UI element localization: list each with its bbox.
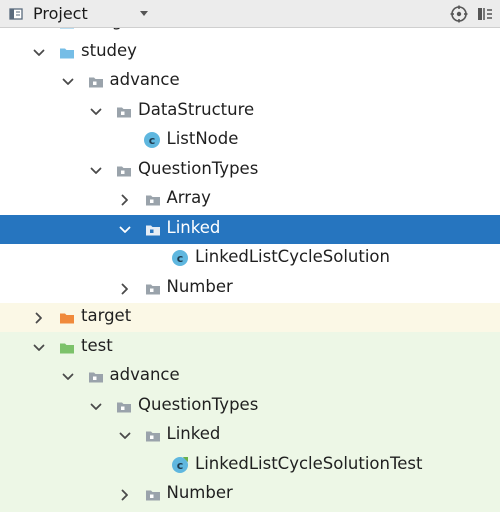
tree-node-label: target <box>81 306 132 325</box>
package-folder-icon <box>145 192 161 206</box>
package-folder-icon <box>116 104 132 118</box>
tree-node-label: QuestionTypes <box>138 158 259 178</box>
project-tree[interactable]: imagestudeyadvanceDataStructurecListNode… <box>0 0 500 512</box>
package-folder-icon <box>145 428 161 442</box>
test-class-icon: c <box>171 456 189 474</box>
tree-node-label: Number <box>166 483 233 502</box>
project-icon <box>9 8 23 20</box>
tree-node-label: Array <box>166 188 211 207</box>
java-class-icon: c <box>143 131 161 149</box>
tree-node-label: DataStructure <box>138 99 255 119</box>
tree-node-linked[interactable]: Linked <box>0 421 500 451</box>
locate-in-tree-icon[interactable] <box>450 5 468 23</box>
tree-node-target[interactable]: target <box>0 303 500 333</box>
test-folder-icon <box>59 340 75 354</box>
java-class-icon: c <box>171 249 189 267</box>
package-folder-icon <box>116 163 132 177</box>
package-folder-icon <box>116 399 132 413</box>
tree-node-advance[interactable]: advance <box>0 67 500 97</box>
chevron-right-icon[interactable] <box>118 487 132 501</box>
chevron-down-icon[interactable] <box>61 74 75 88</box>
chevron-right-icon[interactable] <box>32 310 46 324</box>
package-folder-icon <box>88 369 104 383</box>
tree-node-number[interactable]: Number <box>0 274 500 304</box>
tree-node-questiontypes[interactable]: QuestionTypes <box>0 392 500 422</box>
tree-node-label: ListNode <box>166 129 239 148</box>
tree-node-test[interactable]: test <box>0 333 500 363</box>
svg-text:c: c <box>177 459 184 472</box>
tree-node-label: Linked <box>166 217 221 237</box>
chevron-down-icon[interactable] <box>89 104 103 118</box>
chevron-down-icon[interactable] <box>32 340 46 354</box>
tree-node-number[interactable]: Number <box>0 480 500 510</box>
tree-node-label: studey <box>81 40 137 60</box>
package-folder-icon <box>145 487 161 501</box>
tree-node-label: advance <box>109 365 180 384</box>
collapse-settings-icon[interactable] <box>476 5 494 23</box>
svg-text:c: c <box>148 134 155 147</box>
chevron-down-icon[interactable] <box>118 222 132 236</box>
chevron-right-icon[interactable] <box>118 192 132 206</box>
tree-node-label: Linked <box>166 424 221 443</box>
tree-node-label: LinkedListCycleSolution <box>195 247 390 266</box>
tree-node-array[interactable]: Array <box>0 185 500 215</box>
source-folder-icon <box>59 45 75 59</box>
tree-node-datastructure[interactable]: DataStructure <box>0 97 500 127</box>
chevron-down-icon[interactable] <box>118 428 132 442</box>
svg-text:c: c <box>177 252 184 265</box>
tree-node-linkedlistcyclesolution[interactable]: c LinkedListCycleSolution <box>0 244 500 274</box>
chevron-down-icon[interactable] <box>89 399 103 413</box>
chevron-down-icon[interactable] <box>89 163 103 177</box>
tree-node-label: advance <box>109 70 180 89</box>
tree-node-listnode[interactable]: c ListNode <box>0 126 500 156</box>
excluded-folder-icon <box>59 310 75 324</box>
tree-node-linkedlistcyclesolutiontest[interactable]: c LinkedListCycleSolutionTest <box>0 451 500 481</box>
chevron-down-icon[interactable] <box>61 369 75 383</box>
tree-node-advance[interactable]: advance <box>0 362 500 392</box>
chevron-down-icon[interactable] <box>32 45 46 59</box>
tree-node-linked[interactable]: Linked <box>0 214 500 244</box>
tree-node-label: Number <box>166 276 233 296</box>
chevron-right-icon[interactable] <box>118 281 132 295</box>
package-folder-icon <box>145 222 161 236</box>
tree-node-studey[interactable]: studey <box>0 38 500 68</box>
package-folder-icon <box>145 281 161 295</box>
project-view-title[interactable]: Project <box>33 4 88 23</box>
view-mode-dropdown-icon[interactable] <box>140 11 148 16</box>
tree-node-label: LinkedListCycleSolutionTest <box>195 453 423 473</box>
tree-node-label: QuestionTypes <box>138 394 259 414</box>
package-folder-icon <box>88 74 104 88</box>
tree-node-label: test <box>81 335 113 355</box>
project-toolbar: Project <box>0 0 500 28</box>
tree-node-questiontypes[interactable]: QuestionTypes <box>0 156 500 186</box>
